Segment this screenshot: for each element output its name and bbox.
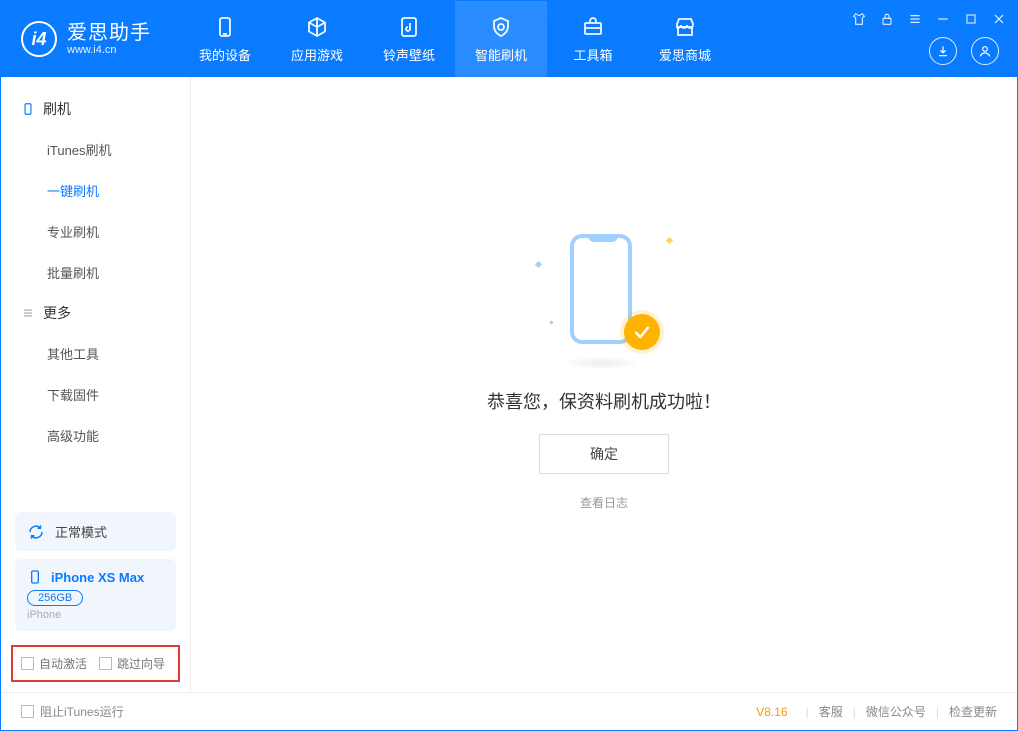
sidebar: 刷机 iTunes刷机 一键刷机 专业刷机 批量刷机 更多 其他工具 下载固件 … — [1, 77, 191, 692]
phone-small-icon — [27, 569, 43, 585]
nav-ringtone-wallpaper[interactable]: 铃声壁纸 — [363, 1, 455, 77]
footer-link-support[interactable]: 客服 — [819, 703, 843, 720]
footer-link-wechat[interactable]: 微信公众号 — [866, 703, 926, 720]
music-note-icon — [397, 15, 421, 39]
logo-icon: i4 — [21, 21, 57, 57]
window-controls — [849, 9, 1009, 29]
nav-label: 我的设备 — [199, 45, 251, 64]
nav-apps-games[interactable]: 应用游戏 — [271, 1, 363, 77]
menu-lines-icon — [21, 306, 35, 320]
lock-icon[interactable] — [877, 9, 897, 29]
minimize-button[interactable] — [933, 9, 953, 29]
sidebar-item-oneclick-flash[interactable]: 一键刷机 — [1, 170, 190, 211]
device-storage: 256GB — [27, 590, 83, 606]
success-title: 恭喜您，保资料刷机成功啦！ — [487, 388, 721, 414]
header-actions — [929, 37, 999, 65]
options-highlight: 自动激活 跳过向导 — [11, 645, 180, 682]
sidebar-item-download-firmware[interactable]: 下载固件 — [1, 374, 190, 415]
nav-label: 铃声壁纸 — [383, 45, 435, 64]
device-icon — [21, 102, 35, 116]
mode-label: 正常模式 — [55, 522, 107, 541]
sidebar-header-more: 更多 — [1, 293, 190, 333]
cube-icon — [305, 15, 329, 39]
checkbox-icon — [21, 705, 34, 718]
device-card[interactable]: iPhone XS Max 256GB iPhone — [15, 559, 176, 631]
checkbox-icon — [21, 657, 34, 670]
checkbox-skip-guide[interactable]: 跳过向导 — [99, 655, 165, 672]
nav-label: 应用游戏 — [291, 45, 343, 64]
confirm-button[interactable]: 确定 — [539, 434, 669, 474]
app-name: 爱思助手 — [67, 22, 151, 44]
nav-toolbox[interactable]: 工具箱 — [547, 1, 639, 77]
sidebar-item-batch-flash[interactable]: 批量刷机 — [1, 252, 190, 293]
sidebar-item-pro-flash[interactable]: 专业刷机 — [1, 211, 190, 252]
titlebar: i4 爱思助手 www.i4.cn 我的设备 应用游戏 铃声壁纸 智能刷机 工具… — [1, 1, 1017, 77]
app-logo: i4 爱思助手 www.i4.cn — [1, 1, 171, 77]
device-type: iPhone — [27, 609, 164, 621]
nav-smart-flash[interactable]: 智能刷机 — [455, 1, 547, 77]
footer: 阻止iTunes运行 V8.16 | 客服 | 微信公众号 | 检查更新 — [1, 692, 1017, 730]
sidebar-item-itunes-flash[interactable]: iTunes刷机 — [1, 129, 190, 170]
nav-store[interactable]: 爱思商城 — [639, 1, 731, 77]
menu-icon[interactable] — [905, 9, 925, 29]
sparkle-icon — [666, 237, 673, 244]
toolbox-icon — [581, 15, 605, 39]
nav-label: 爱思商城 — [659, 45, 711, 64]
phone-icon — [213, 15, 237, 39]
download-button[interactable] — [929, 37, 957, 65]
nav-label: 智能刷机 — [475, 45, 527, 64]
sparkle-icon — [549, 320, 553, 324]
checkbox-auto-activate[interactable]: 自动激活 — [21, 655, 87, 672]
workspace: 刷机 iTunes刷机 一键刷机 专业刷机 批量刷机 更多 其他工具 下载固件 … — [1, 77, 1017, 692]
close-button[interactable] — [989, 9, 1009, 29]
app-url: www.i4.cn — [67, 44, 151, 56]
nav-my-device[interactable]: 我的设备 — [179, 1, 271, 77]
sync-icon — [27, 523, 45, 541]
nav-label: 工具箱 — [573, 45, 612, 64]
store-icon — [673, 15, 697, 39]
phone-outline-icon — [570, 234, 632, 344]
sparkle-icon — [535, 261, 542, 268]
checkbox-block-itunes[interactable]: 阻止iTunes运行 — [21, 703, 124, 720]
maximize-button[interactable] — [961, 9, 981, 29]
main-content: 恭喜您，保资料刷机成功啦！ 确定 查看日志 — [191, 77, 1017, 692]
user-button[interactable] — [971, 37, 999, 65]
success-check-icon — [624, 314, 660, 350]
success-illustration — [544, 228, 664, 368]
mode-card[interactable]: 正常模式 — [15, 512, 176, 551]
sidebar-item-advanced[interactable]: 高级功能 — [1, 415, 190, 456]
footer-link-update[interactable]: 检查更新 — [949, 703, 997, 720]
device-name: iPhone XS Max — [51, 570, 144, 585]
shirt-icon[interactable] — [849, 9, 869, 29]
view-log-link[interactable]: 查看日志 — [580, 494, 628, 511]
main-nav: 我的设备 应用游戏 铃声壁纸 智能刷机 工具箱 爱思商城 — [179, 1, 731, 77]
version-label: V8.16 — [756, 705, 787, 719]
refresh-shield-icon — [489, 15, 513, 39]
checkbox-icon — [99, 657, 112, 670]
sidebar-header-flash: 刷机 — [1, 89, 190, 129]
sidebar-item-other-tools[interactable]: 其他工具 — [1, 333, 190, 374]
